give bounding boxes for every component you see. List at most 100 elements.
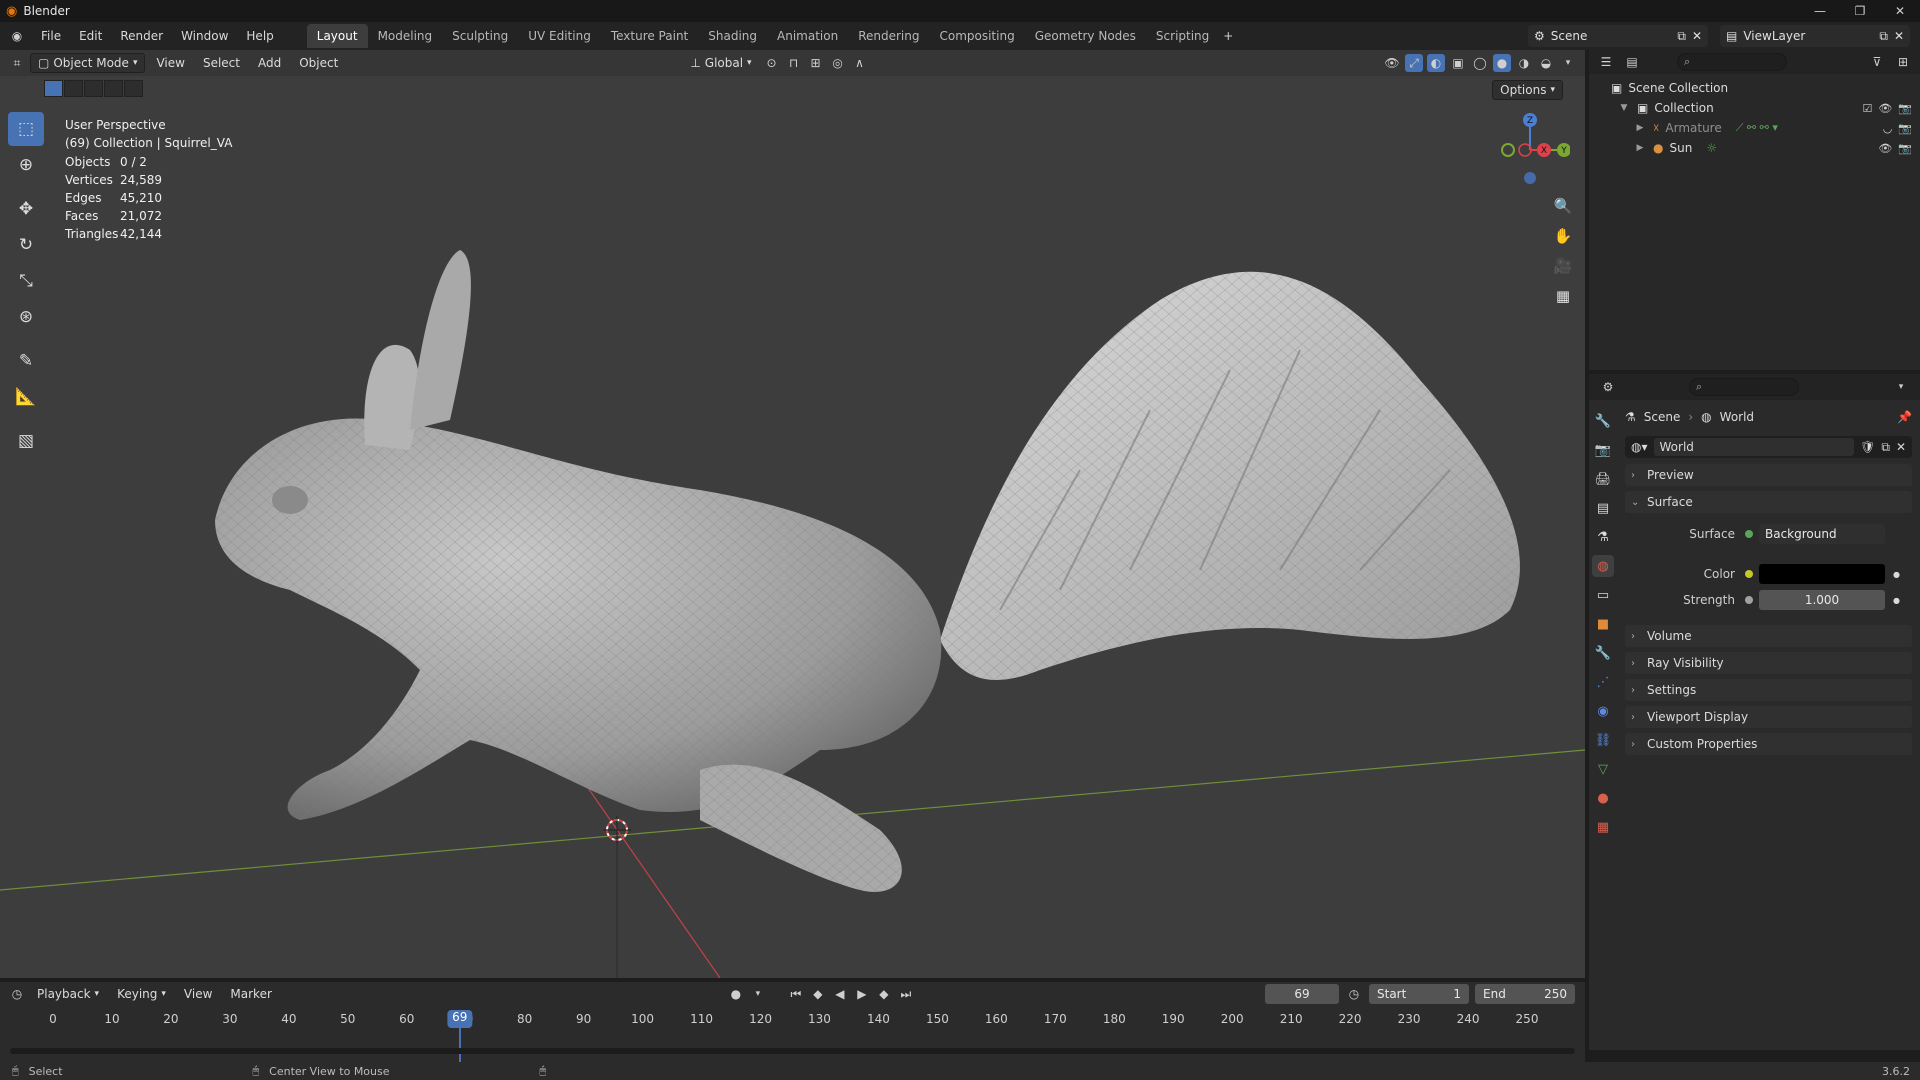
menu-timeline-view[interactable]: View: [177, 984, 219, 1004]
exclude-checkbox[interactable]: ☑: [1862, 102, 1872, 115]
play-icon[interactable]: ▶: [853, 985, 871, 1003]
texture-tab-icon[interactable]: ▦: [1592, 816, 1614, 838]
panel-volume[interactable]: › Volume: [1625, 625, 1912, 647]
tree-item-armature[interactable]: ▶ ☓ Armature ⟋ ⚯ ⚯ ▾ ◡ 📷: [1589, 118, 1920, 138]
add-cube-tool-icon[interactable]: ▧: [8, 424, 44, 458]
menu-object[interactable]: Object: [292, 53, 345, 73]
properties-search-input[interactable]: ⌕: [1689, 378, 1799, 396]
new-view-layer-icon[interactable]: ⧉: [1879, 29, 1888, 44]
strength-field[interactable]: 1.000: [1759, 590, 1885, 610]
next-keyframe-icon[interactable]: ◆: [875, 985, 893, 1003]
snap-icon[interactable]: ⊓: [785, 54, 803, 72]
tab-texture-paint[interactable]: Texture Paint: [601, 24, 698, 48]
pan-hand-icon[interactable]: ✋: [1550, 224, 1576, 248]
filter-icon[interactable]: ⊽: [1868, 53, 1886, 71]
outliner-editor-icon[interactable]: ☰: [1597, 53, 1615, 71]
zoom-icon[interactable]: 🔍: [1550, 194, 1576, 218]
world-browse-icon[interactable]: ◍▾: [1631, 440, 1648, 454]
keyframe-dot-icon[interactable]: ●: [1893, 596, 1900, 605]
collapse-arrow-icon[interactable]: ▶: [1633, 123, 1647, 133]
duplicate-icon[interactable]: ⧉: [1881, 440, 1890, 455]
tab-modeling[interactable]: Modeling: [368, 24, 443, 48]
color-swatch[interactable]: [1759, 564, 1885, 584]
tab-uv-editing[interactable]: UV Editing: [518, 24, 601, 48]
xray-icon[interactable]: ▣: [1449, 54, 1467, 72]
current-frame-field[interactable]: 69: [1265, 984, 1339, 1004]
select-intersect-button[interactable]: [124, 80, 143, 97]
tree-item-scene-collection[interactable]: ▣ Scene Collection: [1589, 78, 1920, 98]
keying-dropdown[interactable]: Keying ▾: [110, 984, 173, 1004]
wireframe-shading-icon[interactable]: ◯: [1471, 54, 1489, 72]
panel-settings[interactable]: › Settings: [1625, 679, 1912, 701]
menu-select[interactable]: Select: [196, 53, 247, 73]
delete-view-layer-icon[interactable]: ✕: [1894, 29, 1904, 43]
camera-view-icon[interactable]: 🎥: [1550, 254, 1576, 278]
add-workspace-icon[interactable]: +: [1219, 27, 1237, 45]
overlay-toggle-icon[interactable]: ◐: [1427, 54, 1445, 72]
options-dropdown[interactable]: Options ▾: [1492, 80, 1563, 100]
pin-icon[interactable]: 📌: [1897, 410, 1912, 424]
menu-help[interactable]: Help: [237, 29, 282, 43]
menu-view[interactable]: View: [149, 53, 191, 73]
new-scene-icon[interactable]: ⧉: [1677, 29, 1686, 44]
panel-custom-properties[interactable]: › Custom Properties: [1625, 733, 1912, 755]
solid-shading-icon[interactable]: ●: [1493, 54, 1511, 72]
end-frame-field[interactable]: End 250: [1475, 984, 1575, 1004]
editor-type-icon[interactable]: ⌗: [8, 54, 26, 72]
jump-end-icon[interactable]: ⏭: [897, 985, 915, 1003]
proportional-edit-icon[interactable]: ◎: [829, 54, 847, 72]
panel-preview[interactable]: › Preview: [1625, 464, 1912, 486]
tab-sculpting[interactable]: Sculpting: [442, 24, 518, 48]
record-icon[interactable]: ●: [727, 985, 745, 1003]
select-new-button[interactable]: [44, 80, 63, 97]
falloff-icon[interactable]: ∧: [851, 54, 869, 72]
annotate-tool-icon[interactable]: ✎: [8, 344, 44, 378]
perspective-toggle-icon[interactable]: ▦: [1550, 284, 1576, 308]
eye-icon[interactable]: 👁: [1878, 142, 1892, 155]
jump-start-icon[interactable]: ⏮: [787, 985, 805, 1003]
menu-window[interactable]: Window: [172, 29, 237, 43]
panel-surface[interactable]: ⌄ Surface: [1625, 491, 1912, 513]
data-tab-icon[interactable]: ▽: [1592, 758, 1614, 780]
scene-selector[interactable]: ⚙ Scene ⧉ ✕: [1528, 25, 1708, 47]
select-box-tool-icon[interactable]: ⬚: [8, 112, 44, 146]
maximize-button[interactable]: ❐: [1840, 0, 1880, 22]
timeline-editor-icon[interactable]: ◷: [8, 985, 26, 1003]
eye-icon[interactable]: 👁: [1878, 102, 1892, 115]
timeline-scrollbar[interactable]: [10, 1048, 1575, 1054]
playhead[interactable]: 69: [447, 1010, 473, 1028]
menu-add[interactable]: Add: [251, 53, 288, 73]
world-datablock-selector[interactable]: ◍▾ World 🛡 ⧉ ✕: [1625, 436, 1912, 458]
menu-edit[interactable]: Edit: [70, 29, 111, 43]
menu-marker[interactable]: Marker: [223, 984, 278, 1004]
shading-options-icon[interactable]: ▾: [1559, 54, 1577, 72]
constraints-tab-icon[interactable]: ⛓: [1592, 729, 1614, 751]
gizmo-toggle-icon[interactable]: ⤢: [1405, 54, 1423, 72]
tab-animation[interactable]: Animation: [767, 24, 848, 48]
select-invert-button[interactable]: [104, 80, 123, 97]
play-reverse-icon[interactable]: ◀: [831, 985, 849, 1003]
view-layer-tab-icon[interactable]: ▤: [1592, 497, 1614, 519]
keyframe-dot-icon[interactable]: ●: [1893, 570, 1900, 579]
view-layer-selector[interactable]: ▤ ViewLayer ⧉ ✕: [1720, 25, 1910, 47]
collection-tab-icon[interactable]: ▭: [1592, 584, 1614, 606]
eye-hidden-icon[interactable]: ◡: [1883, 122, 1893, 135]
3d-viewport[interactable]: ⌗ ▢ Object Mode ▾ View Select Add Object…: [0, 50, 1585, 978]
cursor-tool-icon[interactable]: ⊕: [8, 148, 44, 182]
visibility-icon[interactable]: 👁: [1383, 54, 1401, 72]
surface-shader-field[interactable]: Background: [1759, 524, 1885, 544]
tab-layout[interactable]: Layout: [306, 24, 368, 48]
object-tab-icon[interactable]: ■: [1592, 613, 1614, 635]
chevron-down-icon[interactable]: ▾: [749, 985, 767, 1003]
select-extend-button[interactable]: [64, 80, 83, 97]
physics-tab-icon[interactable]: ◉: [1592, 700, 1614, 722]
close-button[interactable]: ✕: [1880, 0, 1920, 22]
snap-target-icon[interactable]: ⊞: [807, 54, 825, 72]
delete-scene-icon[interactable]: ✕: [1692, 29, 1702, 43]
camera-render-icon[interactable]: 📷: [1898, 102, 1912, 115]
tab-shading[interactable]: Shading: [698, 24, 767, 48]
tab-rendering[interactable]: Rendering: [848, 24, 929, 48]
clock-icon[interactable]: ◷: [1345, 985, 1363, 1003]
display-mode-icon[interactable]: ▤: [1623, 53, 1641, 71]
world-tab-icon[interactable]: ◍: [1592, 555, 1614, 577]
